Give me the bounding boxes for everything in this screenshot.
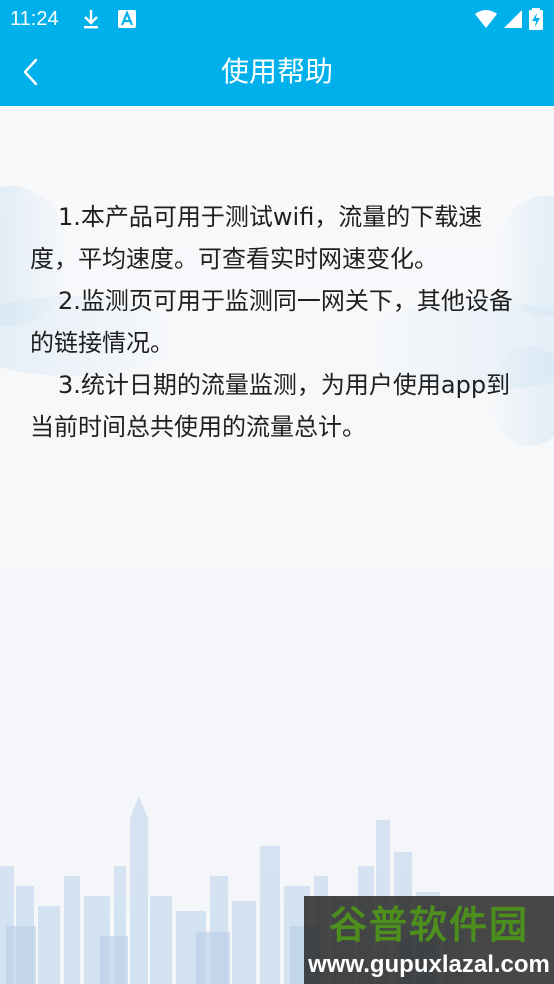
app-bar: 使用帮助: [0, 38, 554, 106]
watermark-brand: 谷普软件园: [328, 903, 529, 947]
wifi-icon: [475, 10, 497, 28]
app-notification-icon: [118, 10, 136, 28]
site-watermark: 谷普软件园 www.gupuxlazal.com: [304, 896, 554, 984]
signal-icon: [504, 10, 522, 28]
help-text: 1.本产品可用于测试wifi，流量的下载速度，平均速度。可查看实时网速变化。 2…: [30, 196, 530, 448]
download-icon: [84, 10, 98, 29]
help-paragraph-2: 2.监测页可用于监测同一网关下，其他设备的链接情况。: [30, 287, 513, 357]
help-content: 1.本产品可用于测试wifi，流量的下载速度，平均速度。可查看实时网速变化。 2…: [0, 106, 554, 984]
help-paragraph-3: 3.统计日期的流量监测，为用户使用app到当前时间总共使用的流量总计。: [30, 371, 511, 441]
page-title: 使用帮助: [220, 55, 333, 88]
help-paragraph-1: 1.本产品可用于测试wifi，流量的下载速度，平均速度。可查看实时网速变化。: [30, 203, 483, 273]
battery-charging-icon: [529, 8, 543, 30]
watermark-url: www.gupuxlazal.com: [308, 951, 550, 978]
status-time: 11:24: [10, 8, 59, 30]
status-bar: 11:24: [0, 0, 554, 38]
